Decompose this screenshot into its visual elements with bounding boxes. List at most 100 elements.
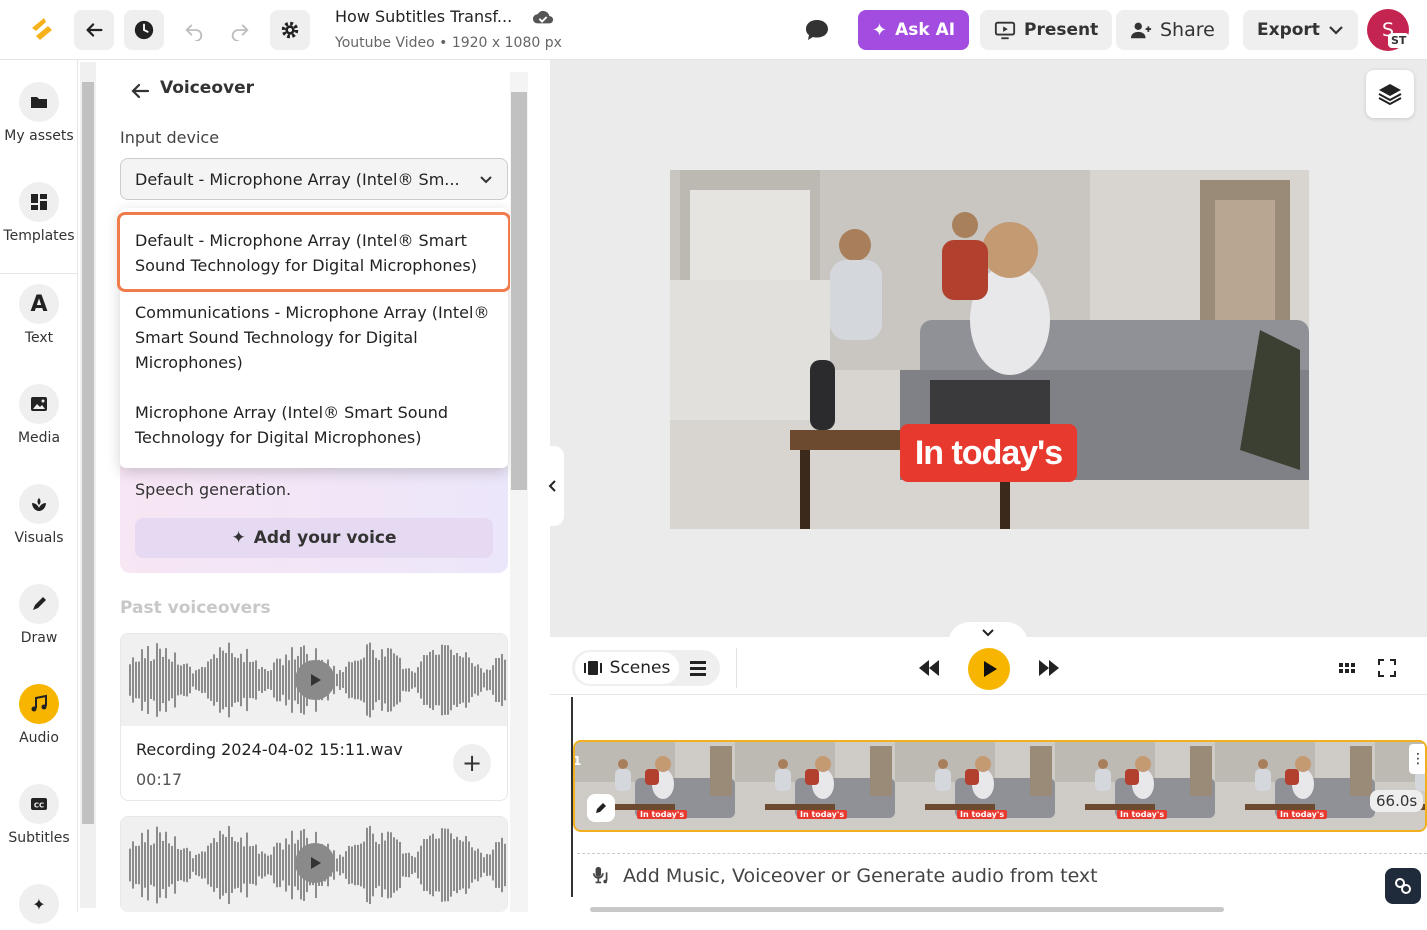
recording-card[interactable] xyxy=(120,816,508,912)
sparkle-icon: ✦ xyxy=(19,884,59,924)
waveform-bar xyxy=(468,841,470,889)
waveform-bar xyxy=(429,835,431,895)
waveform-bar xyxy=(189,666,191,694)
device-option[interactable]: Default - Microphone Array (Intel® Smart… xyxy=(117,212,511,292)
rail-item-my-assets[interactable]: My assets xyxy=(0,82,78,144)
play-icon xyxy=(311,857,321,869)
waveform-bar xyxy=(171,845,173,885)
list-view-button[interactable] xyxy=(688,658,708,678)
waveform-bar xyxy=(465,836,467,894)
ask-ai-button[interactable]: ✦ Ask AI xyxy=(858,10,970,50)
rewind-button[interactable] xyxy=(917,658,941,678)
clip-thumbnail: In today's xyxy=(895,742,1055,830)
panel-back-button[interactable] xyxy=(130,82,150,100)
waveform-bar xyxy=(450,833,452,897)
waveform-bar xyxy=(291,830,293,900)
waveform-bar xyxy=(198,853,200,877)
text-icon: A xyxy=(19,284,59,324)
settings-button[interactable] xyxy=(270,10,310,50)
add-audio-label: Add Music, Voiceover or Generate audio f… xyxy=(623,864,1098,887)
export-button[interactable]: Export xyxy=(1243,10,1358,50)
rail-item-templates[interactable]: Templates xyxy=(0,182,78,244)
expand-timeline-button[interactable] xyxy=(948,622,1028,644)
rail-scrollbar-thumb[interactable] xyxy=(82,82,94,824)
waveform-bar xyxy=(207,845,209,885)
help-widget-button[interactable] xyxy=(1385,868,1421,904)
back-button[interactable] xyxy=(74,10,114,50)
chevron-down-icon xyxy=(480,175,492,183)
waveform-bar xyxy=(189,851,191,879)
undo-icon xyxy=(185,24,203,41)
list-icon xyxy=(690,661,706,676)
waveform-bar xyxy=(474,850,476,880)
waveform-bar xyxy=(150,845,152,885)
pen-icon xyxy=(596,803,606,813)
waveform-bar xyxy=(264,853,266,877)
rail-item-media[interactable]: Media xyxy=(0,384,78,446)
present-label: Present xyxy=(1024,20,1099,40)
undo-button[interactable] xyxy=(174,10,214,50)
redo-button[interactable] xyxy=(220,10,260,50)
share-button[interactable]: Share xyxy=(1116,10,1229,50)
clip-handle[interactable]: ⋮ xyxy=(1409,744,1425,774)
add-recording-button[interactable]: + xyxy=(453,744,491,782)
pen-icon xyxy=(19,584,59,624)
play-icon xyxy=(311,674,321,686)
grid-view-button[interactable] xyxy=(1338,660,1356,676)
play-recording-button[interactable] xyxy=(295,843,335,883)
recording-card[interactable]: Recording 2024-04-02 15:11.wav 00:17 + xyxy=(120,633,508,801)
device-option[interactable]: Microphone Array (Intel® Smart Sound Tec… xyxy=(120,400,508,450)
waveform-bar xyxy=(423,655,425,705)
fast-forward-button[interactable] xyxy=(1037,658,1061,678)
play-recording-button[interactable] xyxy=(295,660,335,700)
device-option[interactable]: Communications - Microphone Array (Intel… xyxy=(120,300,508,375)
waveform-bar xyxy=(489,669,491,691)
rail-item-visuals[interactable]: Visuals xyxy=(0,484,78,546)
present-button[interactable]: Present xyxy=(980,10,1113,50)
waveform-bar xyxy=(426,655,428,705)
history-button[interactable] xyxy=(124,10,164,50)
layers-button[interactable] xyxy=(1366,70,1414,118)
document-title[interactable]: How Subtitles Transf... xyxy=(335,7,512,26)
rail-item-draw[interactable]: Draw xyxy=(0,584,78,646)
timeline-scrollbar[interactable] xyxy=(590,907,1224,912)
waveform-bar xyxy=(348,661,350,699)
waveform-bar xyxy=(438,654,440,706)
waveform-bar xyxy=(225,653,227,707)
input-device-label: Input device xyxy=(120,128,220,147)
waveform-bar xyxy=(396,839,398,891)
clip-edit-button[interactable] xyxy=(587,794,615,822)
input-device-select[interactable]: Default - Microphone Array (Intel® Sm... xyxy=(120,158,508,200)
add-audio-track[interactable]: Add Music, Voiceover or Generate audio f… xyxy=(577,853,1427,897)
waveform-bar xyxy=(351,662,353,698)
rail-item-subtitles[interactable]: CC Subtitles xyxy=(0,784,78,846)
layers-icon xyxy=(1378,84,1402,106)
waveform-bar xyxy=(249,846,251,884)
waveform-bar xyxy=(420,661,422,699)
collapse-panel-button[interactable] xyxy=(540,446,564,526)
caption-overlay[interactable]: In today's xyxy=(900,424,1077,482)
rail-item-audio[interactable]: Audio xyxy=(0,684,78,746)
scenes-view-button[interactable]: Scenes xyxy=(575,652,679,684)
waveform-bar xyxy=(183,848,185,882)
play-button[interactable] xyxy=(968,648,1010,690)
app-logo[interactable] xyxy=(26,14,58,46)
waveform-bar xyxy=(396,655,398,705)
waveform-bar xyxy=(381,832,383,898)
clip-thumbnail-caption: In today's xyxy=(797,810,848,819)
waveform-bar xyxy=(492,849,494,881)
add-your-voice-button[interactable]: ✦ Add your voice xyxy=(135,518,493,558)
waveform-bar xyxy=(354,844,356,886)
waveform-bar xyxy=(414,857,416,873)
waveform-bar xyxy=(234,657,236,703)
rail-item-more[interactable]: ✦ xyxy=(0,884,78,930)
panel-scrollbar-thumb[interactable] xyxy=(511,92,527,490)
comment-button[interactable] xyxy=(804,18,830,42)
waveform-bar xyxy=(348,845,350,885)
waveform-bar xyxy=(210,659,212,701)
waveform-bar xyxy=(156,826,158,904)
scene-clip[interactable]: In today's In today's In today's In today's… xyxy=(573,740,1427,832)
rail-item-text[interactable]: A Text xyxy=(0,284,78,346)
fullscreen-button[interactable] xyxy=(1378,659,1396,677)
waveform-bar xyxy=(165,831,167,899)
